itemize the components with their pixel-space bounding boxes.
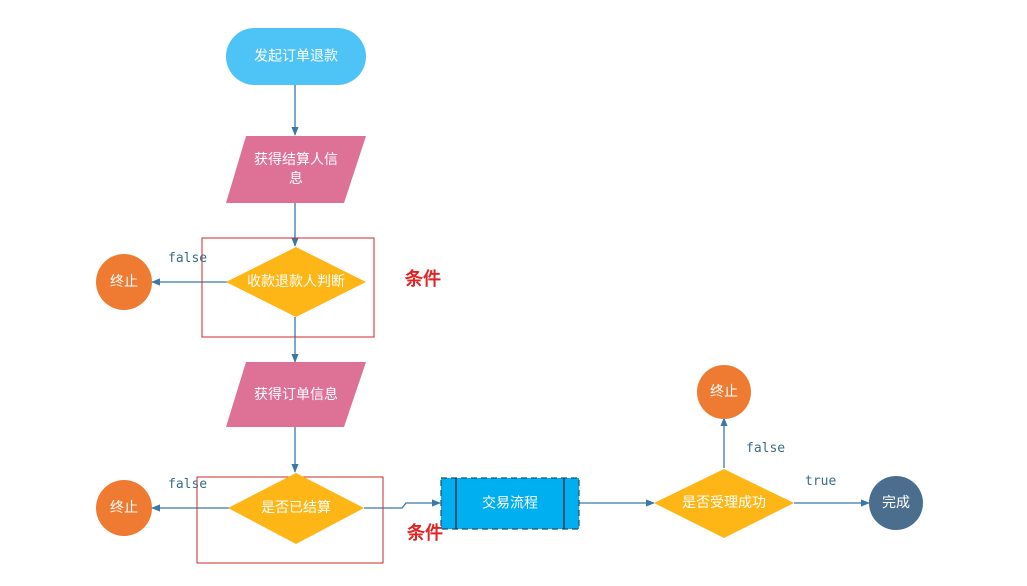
end-node-1-label: 终止 bbox=[110, 274, 138, 290]
end-node-2-label: 终止 bbox=[110, 500, 138, 516]
get-settler-info-label-line2: 息 bbox=[289, 170, 303, 187]
get-settler-info-node[interactable]: 获得结算人信 息 bbox=[226, 136, 366, 203]
get-order-info-label: 获得订单信息 bbox=[254, 386, 338, 403]
flowchart-svg: 发起订单退款 获得结算人信 息 收款退款人判断 终止 获得订单信息 是否已结算 … bbox=[96, 28, 923, 564]
condition-annotation-2: 条件 bbox=[406, 522, 443, 544]
start-node[interactable]: 发起订单退款 bbox=[226, 28, 366, 85]
end-node-3[interactable]: 终止 bbox=[697, 365, 751, 419]
is-settled-decision[interactable]: 是否已结算 bbox=[228, 473, 364, 544]
edge-label-false-1: false bbox=[168, 251, 207, 266]
edge-label-false-3: false bbox=[746, 441, 785, 456]
accept-success-label: 是否受理成功 bbox=[682, 495, 766, 511]
trade-flow-label: 交易流程 bbox=[482, 495, 538, 512]
condition-annotation-1: 条件 bbox=[404, 268, 441, 290]
flowchart-canvas: 发起订单退款 获得结算人信 息 收款退款人判断 终止 获得订单信息 是否已结算 … bbox=[0, 0, 1027, 586]
get-settler-info-label-line1: 获得结算人信 bbox=[254, 151, 338, 168]
edge-label-false-2: false bbox=[168, 477, 207, 492]
end-node-3-label: 终止 bbox=[710, 384, 738, 400]
is-settled-label: 是否已结算 bbox=[261, 500, 331, 516]
done-node-label: 完成 bbox=[882, 495, 910, 511]
judge-payee-decision[interactable]: 收款退款人判断 bbox=[226, 247, 366, 317]
edge-settled-to-trade bbox=[364, 499, 441, 509]
edge-label-true: true bbox=[805, 474, 836, 489]
accept-success-decision[interactable]: 是否受理成功 bbox=[654, 469, 794, 538]
get-order-info-node[interactable]: 获得订单信息 bbox=[226, 362, 366, 427]
end-node-2[interactable]: 终止 bbox=[96, 480, 152, 536]
done-node[interactable]: 完成 bbox=[869, 476, 923, 530]
start-node-label: 发起订单退款 bbox=[254, 49, 338, 65]
judge-payee-label: 收款退款人判断 bbox=[247, 274, 345, 290]
end-node-1[interactable]: 终止 bbox=[96, 254, 152, 310]
trade-flow-process[interactable]: 交易流程 bbox=[440, 477, 580, 530]
